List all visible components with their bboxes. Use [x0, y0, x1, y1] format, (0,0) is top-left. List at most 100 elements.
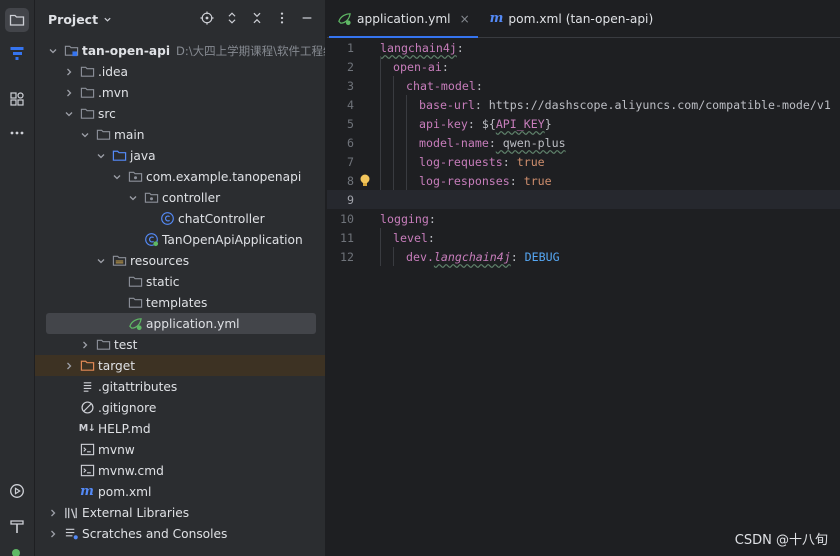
tree-item-chatcontroller[interactable]: chatController [35, 208, 325, 229]
chevron-right-icon[interactable] [46, 506, 60, 520]
module-folder-icon [63, 43, 79, 59]
yaml-key: langchain4j [433, 249, 511, 264]
tree-item-label: TanOpenApiApplication [162, 232, 303, 247]
expand-all-icon[interactable] [224, 9, 240, 27]
close-icon[interactable]: × [460, 12, 470, 26]
structure-tool-button[interactable] [5, 41, 29, 65]
indent-guide [380, 57, 393, 76]
tree-item-label: static [146, 274, 180, 289]
yaml-boolean: true [516, 154, 545, 169]
tree-item-label: chatController [178, 211, 265, 226]
tree-item-test[interactable]: test [35, 334, 325, 355]
line-number: 9 [347, 192, 354, 207]
chevron-right-icon[interactable] [62, 86, 76, 100]
build-tool-button[interactable] [5, 514, 29, 538]
tree-item-scratches[interactable]: Scratches and Consoles [35, 523, 325, 544]
chevron-down-icon[interactable] [126, 191, 140, 205]
more-horizontal-icon [10, 131, 24, 135]
code-line: 4 base-url: https://dashscope.aliyuncs.c… [327, 95, 840, 114]
tree-item-label: resources [130, 253, 190, 268]
tree-item-application-yml[interactable]: application.yml [35, 313, 325, 334]
chevron-down-icon[interactable] [94, 254, 108, 268]
tree-item-label: .mvn [98, 85, 129, 100]
chevron-down-icon[interactable] [110, 170, 124, 184]
grid-icon [10, 92, 24, 106]
tree-item-package[interactable]: com.example.tanopenapi [35, 166, 325, 187]
indent-guide [393, 114, 406, 133]
tree-item-resources[interactable]: resources [35, 250, 325, 271]
indent-guide [406, 152, 419, 171]
chevron-right-icon[interactable] [62, 359, 76, 373]
chevron-right-icon[interactable] [62, 65, 76, 79]
code-editor[interactable]: 1 langchain4j: 2 open-ai: 3 chat-model: … [327, 38, 840, 266]
code-line: 2 open-ai: [327, 57, 840, 76]
run-tool-button[interactable] [5, 479, 29, 503]
chevron-down-icon[interactable] [46, 44, 60, 58]
tree-item-gitignore[interactable]: .gitignore [35, 397, 325, 418]
locate-file-icon[interactable] [199, 9, 215, 27]
tree-item-label: src [98, 106, 116, 121]
tree-item-src[interactable]: src [35, 103, 325, 124]
tree-item-gitattributes[interactable]: .gitattributes [35, 376, 325, 397]
yaml-config-icon [127, 316, 143, 332]
library-icon [63, 505, 79, 521]
plugins-tool-button[interactable] [5, 87, 29, 111]
chevron-right-icon[interactable] [78, 338, 92, 352]
chevron-down-icon[interactable] [94, 149, 108, 163]
colon: : [427, 230, 435, 245]
code-line: 7 log-requests: true [327, 152, 840, 171]
tree-item-mvnw-cmd[interactable]: mvnw.cmd [35, 460, 325, 481]
chevron-down-icon[interactable] [62, 107, 76, 121]
tree-item-target[interactable]: target [35, 355, 325, 376]
tree-item-application-class[interactable]: TanOpenApiApplication [35, 229, 325, 250]
colon: : [502, 154, 510, 169]
tab-label: application.yml [357, 11, 451, 26]
chevron-down-icon[interactable] [78, 128, 92, 142]
tree-item-external-libraries[interactable]: External Libraries [35, 502, 325, 523]
hide-panel-icon[interactable] [299, 9, 315, 27]
collapse-all-icon[interactable] [249, 9, 265, 27]
tree-item-main[interactable]: main [35, 124, 325, 145]
yaml-key: level [393, 230, 428, 245]
tree-item-root[interactable]: tan-open-api D:\大四上学期课程\软件工程综合 [35, 40, 325, 61]
shell-script-icon [79, 463, 95, 479]
tab-pom-xml[interactable]: m pom.xml (tan-open-api) [480, 0, 664, 37]
yaml-key: chat-model [406, 78, 476, 93]
code-line: 6 model-name: qwen-plus [327, 133, 840, 152]
shell-script-icon [79, 442, 95, 458]
tree-item-templates[interactable]: templates [35, 292, 325, 313]
tree-item-mvn[interactable]: .mvn [35, 82, 325, 103]
options-vertical-icon[interactable] [274, 9, 290, 27]
indent-guide [380, 95, 393, 114]
folder-icon [95, 337, 111, 353]
panel-title[interactable]: Project [48, 12, 98, 27]
tab-application-yml[interactable]: application.yml × [327, 0, 480, 38]
scratches-icon [63, 526, 79, 542]
tree-item-help-md[interactable]: M↓ HELP.md [35, 418, 325, 439]
lightbulb-icon[interactable] [358, 173, 372, 188]
tree-item-label: controller [162, 190, 221, 205]
tree-item-label: test [114, 337, 138, 352]
tree-item-idea[interactable]: .idea [35, 61, 325, 82]
tree-item-mvnw[interactable]: mvnw [35, 439, 325, 460]
tree-item-java[interactable]: java [35, 145, 325, 166]
colon: : [428, 211, 436, 226]
more-tools-button[interactable] [5, 121, 29, 145]
line-number: 3 [347, 78, 354, 93]
yaml-key: log-responses [419, 173, 510, 188]
colon: : [474, 97, 482, 112]
hammer-icon [10, 520, 24, 533]
chevron-right-icon[interactable] [46, 527, 60, 541]
tree-item-static[interactable]: static [35, 271, 325, 292]
tree-item-pom-xml[interactable]: m pom.xml [35, 481, 325, 502]
run-circle-icon [10, 484, 24, 498]
project-tool-button[interactable] [5, 8, 29, 32]
chevron-down-icon[interactable] [103, 15, 112, 24]
editor-area: application.yml × m pom.xml (tan-open-ap… [327, 0, 840, 556]
code-line-current: 9 [327, 190, 840, 209]
tree-item-label: External Libraries [82, 505, 190, 520]
project-path: D:\大四上学期课程\软件工程综合 [176, 43, 325, 58]
yaml-key: langchain4j [380, 40, 457, 55]
tree-item-controller[interactable]: controller [35, 187, 325, 208]
structure-icon [10, 47, 24, 60]
